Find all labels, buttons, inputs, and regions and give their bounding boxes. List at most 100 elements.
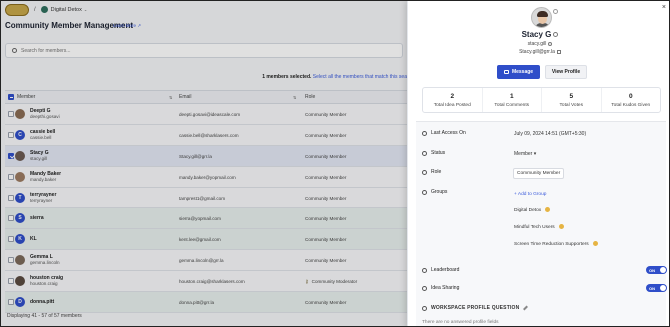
chevron-down-icon[interactable]: ⌄ xyxy=(84,7,87,12)
table-body: Deepti Gdeepthi.gosavi deepti.gosavi@idea… xyxy=(5,104,407,313)
table-row[interactable]: Ddonna.pitt donna.pitt@grr.la Community Me… xyxy=(5,292,407,313)
member-role-text: Community Member xyxy=(305,258,347,264)
member-name[interactable]: KL xyxy=(30,236,37,242)
toggle-knob xyxy=(660,267,666,273)
table-row[interactable]: Mandy Baker mandy.baker mandy.baker@yopmai… xyxy=(5,166,407,188)
member-name[interactable]: sierra xyxy=(30,215,44,221)
message-button[interactable]: Message xyxy=(497,65,540,79)
select-all-link[interactable]: Select all the members that match this s… xyxy=(313,74,407,80)
member-handle: stacy.gill xyxy=(408,41,669,47)
table-row[interactable]: Tterryrayner terryrayner tamprest1@gmail.c… xyxy=(5,187,407,209)
select-all-checkbox[interactable] xyxy=(8,94,14,100)
table-row[interactable]: Stacy Gstacy.gill Stacy.gill@grr.la Commun… xyxy=(5,145,407,167)
member-role-text: Community Member xyxy=(305,112,347,117)
role-row: Role xyxy=(422,169,441,175)
idea-sharing-toggle[interactable]: ON xyxy=(646,284,667,292)
toggle-knob xyxy=(660,285,666,291)
external-link-icon: ↗ xyxy=(137,23,142,28)
add-to-group-link[interactable]: + Add to Group xyxy=(514,192,546,197)
member-role: Community Member xyxy=(305,237,346,242)
clock-icon xyxy=(422,130,427,136)
edit-avatar-icon[interactable] xyxy=(553,9,558,14)
role-icon xyxy=(422,169,427,175)
edit-icon[interactable] xyxy=(523,305,529,311)
row-checkbox[interactable] xyxy=(8,215,14,222)
table-row[interactable]: Deepti Gdeepthi.gosavi deepti.gosavi@idea… xyxy=(5,104,407,125)
avatar xyxy=(15,150,25,161)
group-name: Screen Time Reduction Supporters xyxy=(514,241,589,247)
sort-icon[interactable]: ⇅ xyxy=(293,95,296,100)
no-profile-fields-text: There are no answered profile fields xyxy=(422,320,499,325)
key-icon: ⚷ xyxy=(305,279,309,286)
leaderboard-toggle[interactable]: ON xyxy=(646,266,667,274)
table-row[interactable]: houston craig houston.craig houston.craig@… xyxy=(5,271,407,293)
row-checkbox[interactable] xyxy=(8,299,14,306)
table-row[interactable]: K KL kent.lee@gmail.com Community Member xyxy=(5,229,407,251)
member-name[interactable]: donna.pitt xyxy=(30,299,54,305)
member-stats: 2 Total Idea Posted 1 Total Comments 5 Tota… xyxy=(422,87,661,113)
app-window: / Digital Detox ⌄ Community Member Manag… xyxy=(0,0,670,327)
row-checkbox[interactable] xyxy=(8,131,14,138)
view-profile-button[interactable]: View Profile xyxy=(545,65,587,79)
avatar xyxy=(15,171,25,182)
row-checkbox[interactable] xyxy=(8,236,14,243)
column-email[interactable]: Email xyxy=(179,94,192,100)
avatar: T xyxy=(15,192,25,203)
row-checkbox[interactable] xyxy=(8,194,14,201)
learn-more-link[interactable]: Learn More ↗ xyxy=(113,23,141,29)
status-dropdown[interactable]: Member ▾ xyxy=(514,151,536,157)
stat-value: 2 xyxy=(450,93,455,100)
close-icon[interactable]: × xyxy=(662,4,666,11)
info-icon[interactable] xyxy=(548,41,553,46)
table-row[interactable]: Ssierra sierra@yopmail.com Community Membe… xyxy=(5,208,407,230)
column-member[interactable]: Member xyxy=(17,94,35,100)
selection-bar: 1 members selected. Select all the membe… xyxy=(5,74,407,84)
message-icon xyxy=(503,70,509,74)
stat-value: 0 xyxy=(628,93,633,100)
row-checkbox[interactable] xyxy=(8,173,14,180)
search-box xyxy=(5,43,403,58)
member-email: tamprest1@gmail.com xyxy=(179,195,226,201)
table-header: Member ⇅ Email ⇅ Role xyxy=(5,90,407,104)
selected-count: 1 members selected. xyxy=(262,74,312,80)
member-role: Community Member xyxy=(305,175,346,180)
avatar-initial: C xyxy=(18,131,22,138)
sort-icon[interactable]: ⇅ xyxy=(169,95,172,100)
trophy-icon xyxy=(422,267,427,273)
table-row[interactable]: Gemma Lgemma.lincoln gemma.lincoln@grr.la… xyxy=(5,250,407,272)
row-checkbox[interactable] xyxy=(8,111,14,117)
row-checkbox[interactable] xyxy=(8,257,14,264)
copy-icon[interactable] xyxy=(556,49,561,54)
row-checkbox[interactable] xyxy=(8,278,14,285)
member-role: Community Member xyxy=(305,258,346,263)
logo[interactable] xyxy=(5,3,29,16)
info-icon[interactable] xyxy=(553,32,559,38)
leaderboard-row: Leaderboard xyxy=(422,267,459,273)
workspace-switcher[interactable]: Digital Detox xyxy=(51,7,82,13)
member-name-text: Stacy G xyxy=(521,30,552,39)
avatar xyxy=(15,255,25,266)
learn-more-label[interactable]: Learn More xyxy=(113,23,136,28)
role-select[interactable]: Community Member xyxy=(513,168,565,179)
member-role-text: Community Moderator xyxy=(311,279,358,285)
member-role-text: Community Member xyxy=(305,300,347,306)
search-input[interactable] xyxy=(21,47,321,54)
member-email: mandy.baker@yopmail.com xyxy=(179,174,236,180)
avatar xyxy=(15,276,25,287)
member-role-text: Community Member xyxy=(305,195,347,201)
member-handle: cassie.bell xyxy=(30,134,52,140)
table-row[interactable]: Ccassie bell cassie.bell cassie.bell@shark… xyxy=(5,124,407,146)
member-handle: houston.craig xyxy=(30,281,58,287)
stat-value: 1 xyxy=(509,93,514,100)
member-email: Stacy.gill@grr.la xyxy=(179,153,212,159)
row-checkbox[interactable] xyxy=(8,152,14,159)
leaderboard-label: Leaderboard xyxy=(431,267,460,273)
groups-icon xyxy=(422,189,427,195)
stat-label: Total Kudos Given xyxy=(611,103,651,108)
group-item: Digital Detox xyxy=(514,207,551,213)
member-management-page: / Digital Detox ⌄ Community Member Manag… xyxy=(1,1,407,326)
column-role[interactable]: Role xyxy=(305,94,315,100)
member-email: gemma.lincoln@grr.la xyxy=(179,258,224,264)
groups-row: Groups xyxy=(422,189,447,195)
stat-value: 5 xyxy=(569,93,574,100)
